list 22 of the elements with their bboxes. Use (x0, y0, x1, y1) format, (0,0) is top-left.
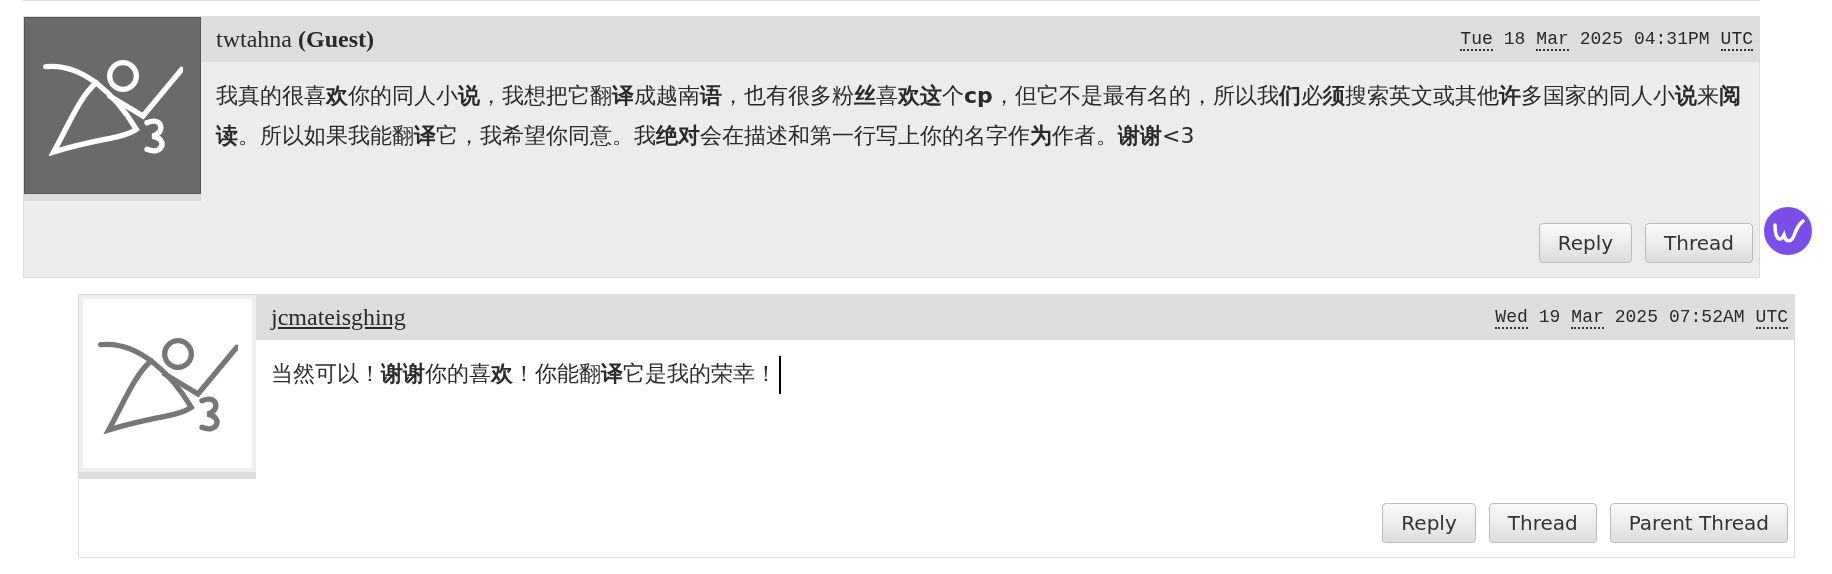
time: 07:52AM (1668, 306, 1745, 329)
year: 2025 (1614, 306, 1658, 329)
day: 18 (1503, 28, 1526, 51)
timezone: UTC (1720, 28, 1753, 51)
extension-icon[interactable] (1762, 205, 1814, 257)
weekday: Wed (1495, 306, 1528, 329)
action-button[interactable]: Reply (1382, 503, 1476, 543)
action-button[interactable]: Thread (1488, 503, 1597, 543)
month: Mar (1571, 306, 1604, 329)
action-button[interactable]: Reply (1538, 223, 1633, 263)
author-name: twtahna (Guest) (216, 26, 374, 53)
month: Mar (1536, 28, 1569, 51)
comment-text: 我真的很喜欢你的同人小说，我想把它翻译成越南语，也有很多粉丝喜欢这个cp，但它不是最有名的，所以我们必须搜索英文或其他许多国家的同人小说来阅读。所以如果我能翻译它，我希望你同意。我绝对会在描述和第一行写上你的名字作为作者。谢谢<3 (216, 83, 1741, 148)
day: 19 (1538, 306, 1561, 329)
timezone: UTC (1755, 306, 1788, 329)
weekday: Tue (1460, 28, 1493, 51)
comment-text: 当然可以！谢谢你的喜欢！你能翻译它是我的荣幸！ (271, 361, 777, 386)
time: 04:31PM (1633, 28, 1710, 51)
year: 2025 (1579, 28, 1623, 51)
author-link[interactable]: jcmateisghing (271, 304, 406, 331)
action-button[interactable]: Parent Thread (1609, 503, 1788, 543)
action-button[interactable]: Thread (1645, 223, 1753, 263)
